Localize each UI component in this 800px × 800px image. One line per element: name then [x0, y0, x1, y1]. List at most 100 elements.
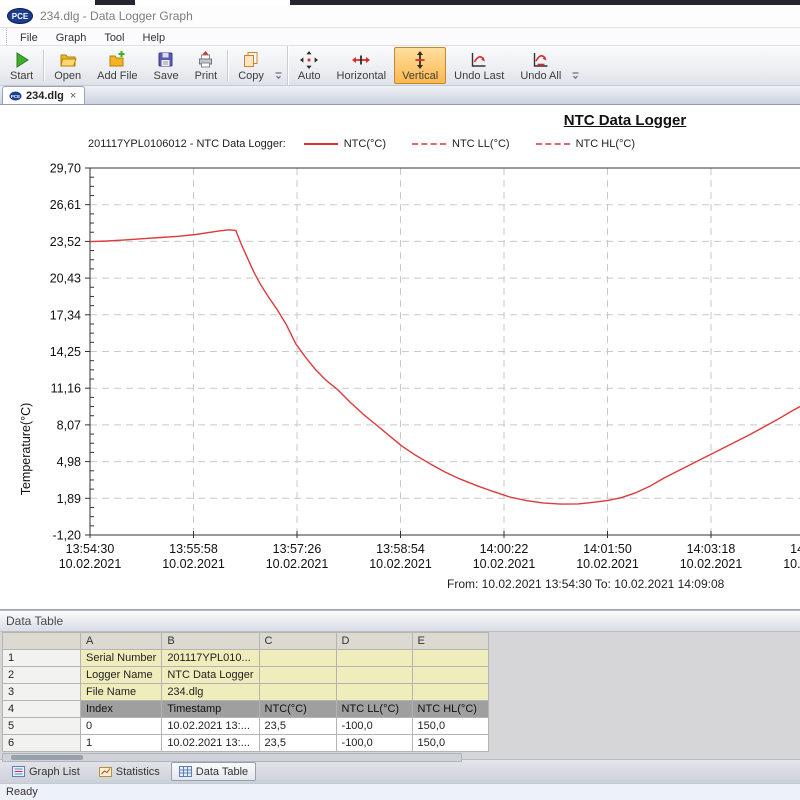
toolbar-button-label: Vertical — [402, 70, 438, 82]
auto-zoom-icon — [300, 51, 318, 69]
chart-title: NTC Data Logger — [530, 112, 720, 129]
table-cell[interactable]: NTC HL(°C) — [412, 701, 488, 718]
table-cell[interactable]: -100,0 — [336, 735, 412, 752]
table-cell[interactable] — [336, 650, 412, 667]
status-bar: Ready — [0, 783, 800, 800]
menu-bar: FileGraphToolHelp — [0, 28, 800, 46]
row-number[interactable]: 5 — [3, 718, 81, 735]
table-cell[interactable]: NTC(°C) — [259, 701, 336, 718]
table-cell[interactable]: 10.02.2021 13:... — [162, 718, 259, 735]
row-number[interactable]: 3 — [3, 684, 81, 701]
view-tab-label: Statistics — [116, 766, 160, 778]
table-cell[interactable]: File Name — [81, 684, 162, 701]
undo-last-button[interactable]: Undo Last — [446, 47, 512, 84]
undo-all-button[interactable]: Undo All — [512, 47, 569, 84]
document-tab[interactable]: PCE 234.dlg × — [2, 86, 85, 104]
horizontal-scrollbar[interactable] — [2, 753, 462, 762]
table-cell[interactable]: 23,5 — [259, 718, 336, 735]
table-cell[interactable]: 1 — [81, 735, 162, 752]
copy-button[interactable]: Copy — [230, 47, 272, 84]
horizontal-button[interactable]: Horizontal — [329, 47, 395, 84]
table-cell[interactable]: -100,0 — [336, 718, 412, 735]
row-number[interactable]: 4 — [3, 701, 81, 718]
play-icon — [13, 51, 31, 69]
table-cell[interactable]: Index — [81, 701, 162, 718]
table-cell[interactable]: NTC LL(°C) — [336, 701, 412, 718]
y-tick-label: 17,34 — [50, 308, 81, 322]
table-cell[interactable] — [336, 667, 412, 684]
row-number[interactable]: 6 — [3, 735, 81, 752]
auto-button[interactable]: Auto — [290, 47, 329, 84]
toolbar-group: StartOpenAdd FileSavePrintCopy — [0, 46, 287, 85]
x-tick-time-label: 13:58:54 — [376, 542, 425, 556]
table-cell[interactable] — [336, 684, 412, 701]
table-cell[interactable]: 23,5 — [259, 735, 336, 752]
chevron-down-icon — [274, 72, 283, 81]
table-cell[interactable] — [412, 667, 488, 684]
table-row: 4IndexTimestampNTC(°C)NTC LL(°C)NTC HL(°… — [3, 701, 489, 718]
menu-item-tool[interactable]: Tool — [95, 31, 133, 45]
add-file-icon — [108, 51, 126, 69]
table-cell[interactable] — [259, 684, 336, 701]
toolbar-button-label: Undo Last — [454, 70, 504, 82]
print-button[interactable]: Print — [187, 47, 226, 84]
row-number[interactable]: 2 — [3, 667, 81, 684]
add-file-button[interactable]: Add File — [89, 47, 145, 84]
table-cell[interactable]: Timestamp — [162, 701, 259, 718]
legend-series-prefix: 201117YPL0106012 - NTC Data Logger: — [88, 138, 286, 150]
x-tick-date-label: 10.02.2021 — [680, 557, 743, 571]
solid-line-swatch — [304, 143, 338, 145]
table-cell[interactable]: 150,0 — [412, 718, 488, 735]
menu-item-file[interactable]: File — [11, 31, 47, 45]
column-header-a[interactable]: A — [81, 633, 162, 650]
scrollbar-thumb[interactable] — [11, 755, 83, 760]
view-tab-data-table[interactable]: Data Table — [171, 762, 256, 781]
chart-legend: 201117YPL0106012 - NTC Data Logger: NTC(… — [88, 138, 661, 150]
y-tick-label: 14,25 — [50, 345, 81, 359]
table-row: 6110.02.2021 13:...23,5-100,0150,0 — [3, 735, 489, 752]
open-button[interactable]: Open — [46, 47, 89, 84]
table-cell[interactable] — [412, 684, 488, 701]
view-tab-statistics[interactable]: Statistics — [91, 762, 168, 781]
pce-logo-icon: PCE — [9, 91, 22, 101]
y-axis-label: Temperature(°C) — [19, 389, 33, 509]
plot-area[interactable]: 29,7026,6123,5220,4317,3414,2511,168,074… — [0, 105, 800, 610]
table-cell[interactable]: 234.dlg — [162, 684, 259, 701]
view-tab-label: Data Table — [196, 766, 248, 778]
table-cell[interactable]: 150,0 — [412, 735, 488, 752]
x-tick-date-label: 10.02.2021 — [576, 557, 639, 571]
app-window: PCE 234.dlg - Data Logger Graph FileGrap… — [0, 0, 800, 800]
data-table: ABCDE 1Serial Number201117YPL010...2Logg… — [2, 632, 489, 752]
start-button[interactable]: Start — [2, 47, 41, 84]
column-header-c[interactable]: C — [259, 633, 336, 650]
x-tick-date-label: 10.02.2021 — [783, 557, 800, 571]
vertical-button[interactable]: Vertical — [394, 47, 446, 84]
x-tick-date-label: 10.02.2021 — [473, 557, 536, 571]
column-header-b[interactable]: B — [162, 633, 259, 650]
toolbar-overflow-button[interactable] — [272, 47, 285, 84]
row-number[interactable]: 1 — [3, 650, 81, 667]
table-row: 3File Name234.dlg — [3, 684, 489, 701]
toolbar-overflow-button[interactable] — [569, 47, 582, 84]
table-cell[interactable] — [412, 650, 488, 667]
table-cell[interactable]: 201117YPL010... — [162, 650, 259, 667]
menu-item-graph[interactable]: Graph — [47, 31, 96, 45]
x-tick-time-label: 14:00:22 — [480, 542, 529, 556]
table-cell[interactable]: Serial Number — [81, 650, 162, 667]
table-cell[interactable]: 10.02.2021 13:... — [162, 735, 259, 752]
table-cell[interactable]: NTC Data Logger — [162, 667, 259, 684]
table-cell[interactable] — [259, 650, 336, 667]
table-cell[interactable] — [259, 667, 336, 684]
close-tab-icon[interactable]: × — [68, 90, 78, 102]
row-number-header[interactable] — [3, 633, 81, 650]
table-cell[interactable]: 0 — [81, 718, 162, 735]
view-tab-graph-list[interactable]: Graph List — [4, 762, 88, 781]
menu-item-help[interactable]: Help — [134, 31, 175, 45]
statistics-icon — [99, 765, 112, 778]
table-cell[interactable]: Logger Name — [81, 667, 162, 684]
x-tick-time-label: 14:04:46 — [790, 542, 800, 556]
y-tick-label: 20,43 — [50, 272, 81, 286]
column-header-e[interactable]: E — [412, 633, 488, 650]
save-button[interactable]: Save — [146, 47, 187, 84]
column-header-d[interactable]: D — [336, 633, 412, 650]
